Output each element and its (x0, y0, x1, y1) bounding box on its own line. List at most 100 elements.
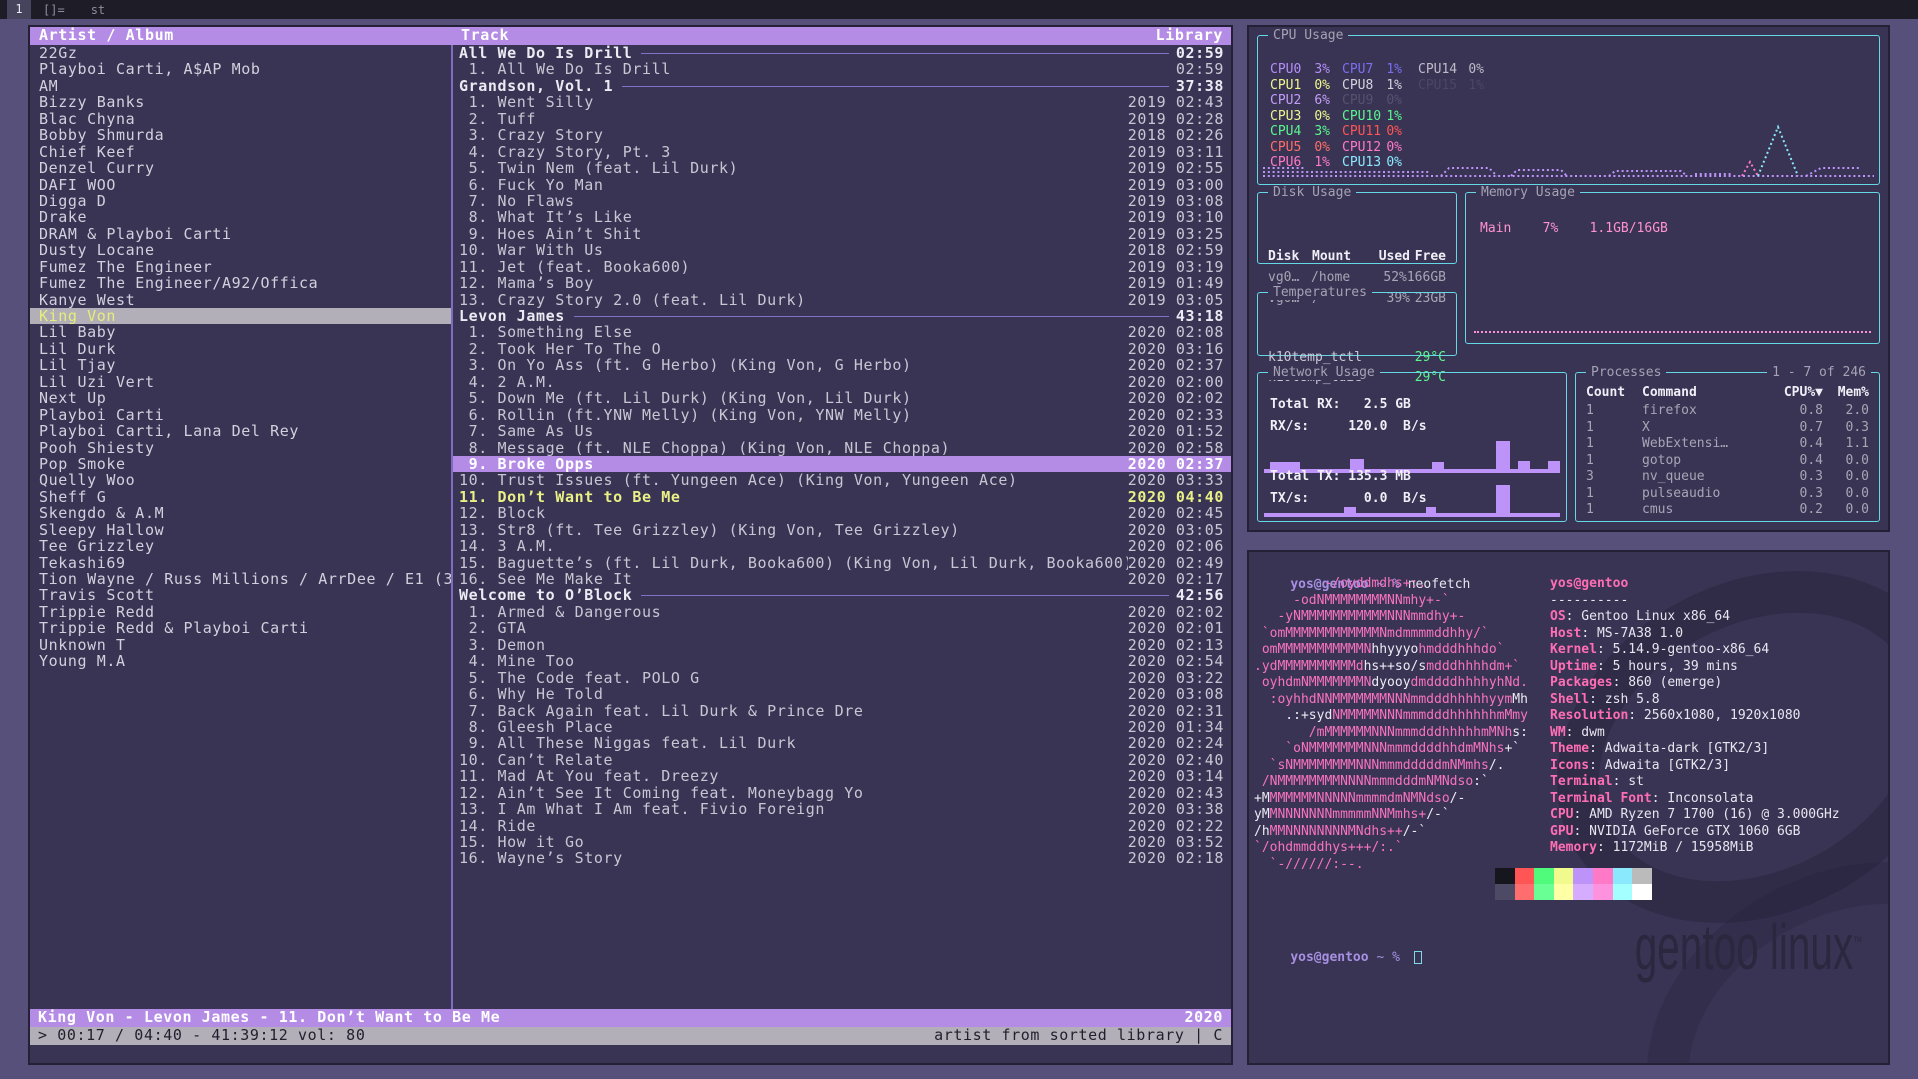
process-header-cell[interactable]: Count (1586, 385, 1642, 402)
artist-row[interactable]: DAFI WOO (30, 177, 451, 193)
track-row[interactable]: 1. Something Else2020 02:08 (453, 324, 1231, 340)
artist-row[interactable]: King Von (30, 308, 451, 324)
artist-row[interactable]: Tion Wayne / Russ Millions / ArrDee / E1… (30, 571, 451, 587)
track-row[interactable]: 14. 3 A.M.2020 02:06 (453, 538, 1231, 554)
track-row[interactable]: 2. Tuff2019 02:28 (453, 111, 1231, 127)
track-row[interactable]: 16. See Me Make It2020 02:17 (453, 571, 1231, 587)
track-row[interactable]: 15. How it Go2020 03:52 (453, 834, 1231, 850)
track-row[interactable]: 9. All These Niggas feat. Lil Durk2020 0… (453, 735, 1231, 751)
artist-row[interactable]: Skengdo & A.M (30, 505, 451, 521)
track-row[interactable]: 13. Crazy Story 2.0 (feat. Lil Durk)2019… (453, 292, 1231, 308)
artist-row[interactable]: Trippie Redd & Playboi Carti (30, 620, 451, 636)
artist-row[interactable]: Bizzy Banks (30, 94, 451, 110)
artist-row[interactable]: Tekashi69 (30, 555, 451, 571)
track-row[interactable]: 12. Mama’s Boy2019 01:49 (453, 275, 1231, 291)
track-row[interactable]: 11. Jet (feat. Booka600)2019 03:19 (453, 259, 1231, 275)
artist-row[interactable]: Bobby Shmurda (30, 127, 451, 143)
process-header-cell[interactable]: CPU%▼ (1777, 385, 1823, 402)
track-row[interactable]: 1. Armed & Dangerous2020 02:02 (453, 604, 1231, 620)
track-row[interactable]: 13. I Am What I Am feat. Fivio Foreign20… (453, 801, 1231, 817)
album-header[interactable]: All We Do Is Drill02:59 (453, 45, 1231, 61)
process-header-cell[interactable]: Mem% (1823, 385, 1869, 402)
track-row[interactable]: 12. Block2020 02:45 (453, 505, 1231, 521)
artist-row[interactable]: Travis Scott (30, 587, 451, 603)
track-row[interactable]: 14. Ride2020 02:22 (453, 818, 1231, 834)
dwm-tag-1[interactable]: 1 (7, 0, 31, 19)
track-row[interactable]: 16. Wayne’s Story2020 02:18 (453, 850, 1231, 866)
artist-row[interactable]: Playboi Carti (30, 407, 451, 423)
artist-row[interactable]: Playboi Carti, Lana Del Rey (30, 423, 451, 439)
artist-row[interactable]: Lil Uzi Vert (30, 374, 451, 390)
artist-row[interactable]: Lil Baby (30, 324, 451, 340)
album-header[interactable]: Welcome to O’Block42:56 (453, 587, 1231, 603)
track-row[interactable]: 3. Demon2020 02:13 (453, 637, 1231, 653)
artist-row[interactable]: Digga D (30, 193, 451, 209)
artist-row[interactable]: AM (30, 78, 451, 94)
track-row[interactable]: 8. What It’s Like2019 03:10 (453, 209, 1231, 225)
artist-row[interactable]: Chief Keef (30, 144, 451, 160)
track-row[interactable]: 5. Down Me (ft. Lil Durk) (King Von, Lil… (453, 390, 1231, 406)
process-row[interactable]: 1WebExtensi…0.41.1 (1576, 436, 1879, 453)
album-header[interactable]: Grandson, Vol. 137:38 (453, 78, 1231, 94)
artist-row[interactable]: Young M.A (30, 653, 451, 669)
track-row[interactable]: 5. Twin Nem (feat. Lil Durk)2019 02:55 (453, 160, 1231, 176)
artist-row[interactable]: Lil Tjay (30, 357, 451, 373)
artist-row[interactable]: Unknown T (30, 637, 451, 653)
track-row[interactable]: 1. Went Silly2019 02:43 (453, 94, 1231, 110)
track-row[interactable]: 8. Message (ft. NLE Choppa) (King Von, N… (453, 440, 1231, 456)
artist-row[interactable]: Lil Durk (30, 341, 451, 357)
process-row[interactable]: 1pulseaudio0.30.0 (1576, 486, 1879, 503)
track-row[interactable]: 10. War With Us2018 02:59 (453, 242, 1231, 258)
artist-row[interactable]: Denzel Curry (30, 160, 451, 176)
process-header-cell[interactable]: Command (1642, 385, 1777, 402)
process-row[interactable]: 1firefox0.82.0 (1576, 403, 1879, 420)
track-row[interactable]: 9. Broke Opps2020 02:37 (453, 456, 1231, 472)
artist-row[interactable]: Quelly Woo (30, 472, 451, 488)
artist-row[interactable]: Drake (30, 209, 451, 225)
process-row[interactable]: 3nv_queue0.30.0 (1576, 469, 1879, 486)
track-row[interactable]: 3. Crazy Story2018 02:26 (453, 127, 1231, 143)
artist-row[interactable]: DRAM & Playboi Carti (30, 226, 451, 242)
process-row[interactable]: 1cmus0.20.0 (1576, 502, 1879, 519)
track-row[interactable]: 8. Gleesh Place2020 01:34 (453, 719, 1231, 735)
artist-row[interactable]: Fumez The Engineer/A92/Offica (30, 275, 451, 291)
artist-row[interactable]: Next Up (30, 390, 451, 406)
track-row[interactable]: 3. On Yo Ass (ft. G Herbo) (King Von, G … (453, 357, 1231, 373)
artist-row[interactable]: Sleepy Hallow (30, 522, 451, 538)
artist-row[interactable]: Fumez The Engineer (30, 259, 451, 275)
artist-row[interactable]: Dusty Locane (30, 242, 451, 258)
track-row[interactable]: 4. 2 A.M.2020 02:00 (453, 374, 1231, 390)
process-row[interactable]: 1gotop0.40.0 (1576, 453, 1879, 470)
artist-row[interactable]: 22Gz (30, 45, 451, 61)
track-row[interactable]: 7. Back Again feat. Lil Durk & Prince Dr… (453, 703, 1231, 719)
artist-row[interactable]: Blac Chyna (30, 111, 451, 127)
artist-row[interactable]: Kanye West (30, 292, 451, 308)
track-row[interactable]: 11. Mad At You feat. Dreezy2020 03:14 (453, 768, 1231, 784)
track-row[interactable]: 7. No Flaws2019 03:08 (453, 193, 1231, 209)
track-row[interactable]: 5. The Code feat. POLO G2020 03:22 (453, 670, 1231, 686)
track-row[interactable]: 10. Trust Issues (ft. Yungeen Ace) (King… (453, 472, 1231, 488)
process-row[interactable]: 1X0.70.3 (1576, 420, 1879, 437)
track-row[interactable]: 12. Ain’t See It Coming feat. Moneybagg … (453, 785, 1231, 801)
artist-row[interactable]: Sheff G (30, 489, 451, 505)
track-row[interactable]: 2. Took Her To The O2020 03:16 (453, 341, 1231, 357)
artist-row[interactable]: Pop Smoke (30, 456, 451, 472)
track-row[interactable]: 11. Don’t Want to Be Me2020 04:40 (453, 489, 1231, 505)
shell-prompt-line-2[interactable]: yos@gentoo ~ % (1259, 933, 1422, 983)
album-header[interactable]: Levon James43:18 (453, 308, 1231, 324)
track-row[interactable]: 6. Why He Told2020 03:08 (453, 686, 1231, 702)
track-row[interactable]: 4. Crazy Story, Pt. 32019 03:11 (453, 144, 1231, 160)
artist-row[interactable]: Playboi Carti, A$AP Mob (30, 61, 451, 77)
track-row[interactable]: 9. Hoes Ain’t Shit2019 03:25 (453, 226, 1231, 242)
track-row[interactable]: 6. Fuck Yo Man2019 03:00 (453, 177, 1231, 193)
track-row[interactable]: 2. GTA2020 02:01 (453, 620, 1231, 636)
track-row[interactable]: 10. Can’t Relate2020 02:40 (453, 752, 1231, 768)
artist-row[interactable]: Trippie Redd (30, 604, 451, 620)
track-row[interactable]: 1. All We Do Is Drill02:59 (453, 61, 1231, 77)
track-row[interactable]: 7. Same As Us2020 01:52 (453, 423, 1231, 439)
track-row[interactable]: 4. Mine Too2020 02:54 (453, 653, 1231, 669)
track-row[interactable]: 6. Rollin (ft.YNW Melly) (King Von, YNW … (453, 407, 1231, 423)
artist-row[interactable]: Tee Grizzley (30, 538, 451, 554)
track-row[interactable]: 13. Str8 (ft. Tee Grizzley) (King Von, T… (453, 522, 1231, 538)
artist-row[interactable]: Pooh Shiesty (30, 440, 451, 456)
